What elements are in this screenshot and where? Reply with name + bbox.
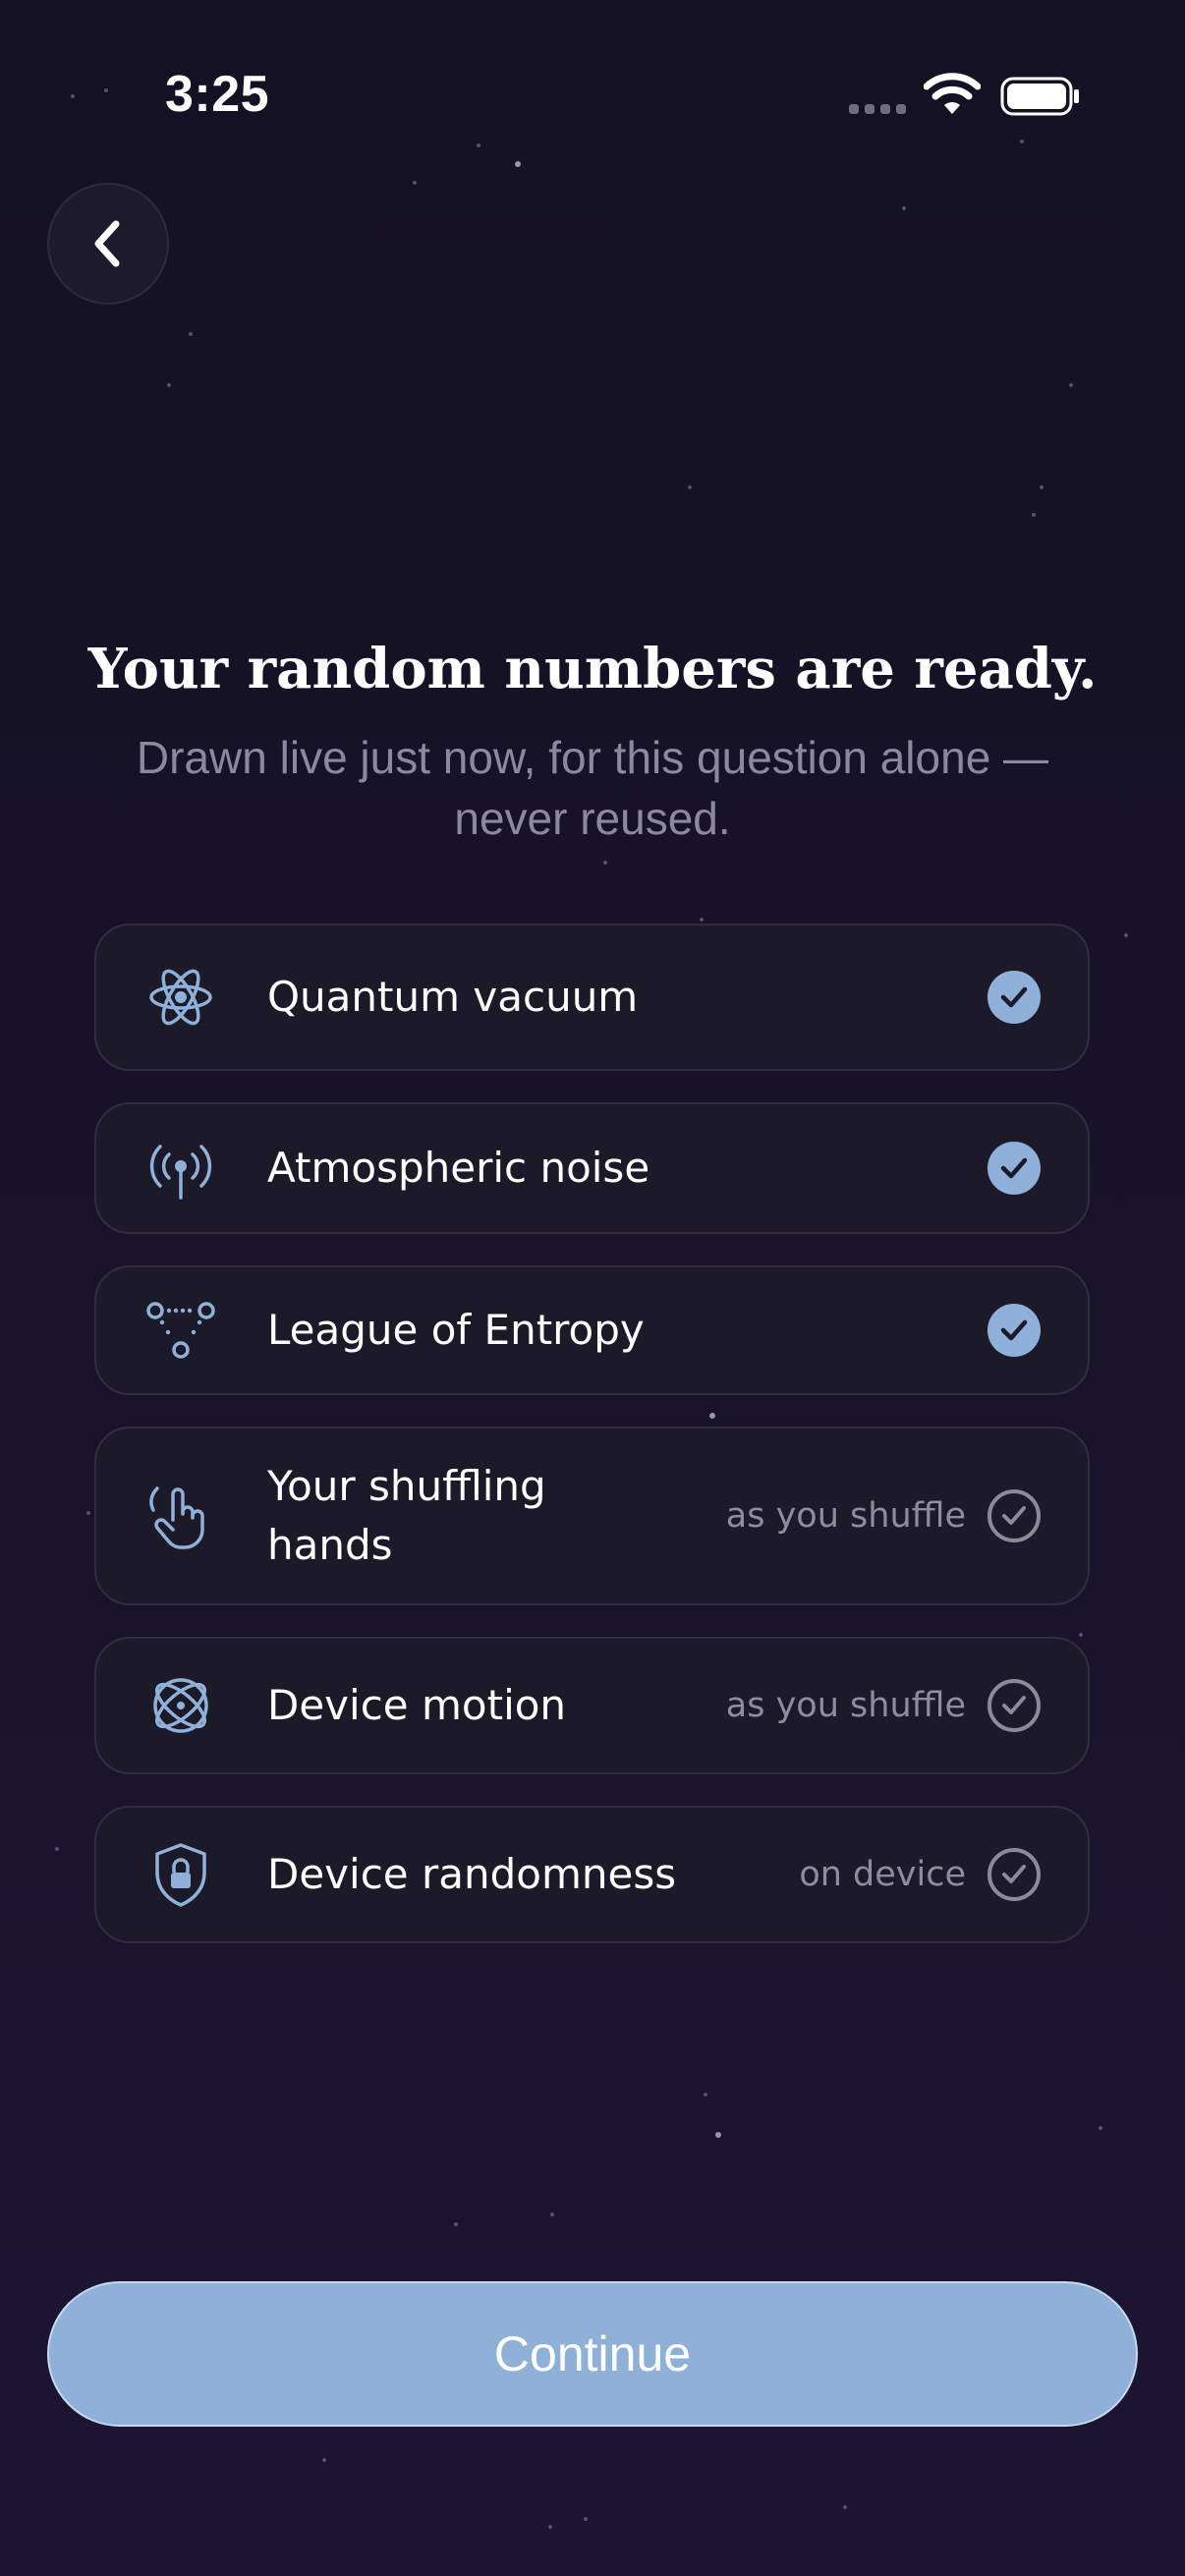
source-label: League of Entropy — [267, 1306, 645, 1354]
atom-icon — [149, 969, 212, 1026]
source-card-device-randomness: Device randomness on device — [94, 1806, 1090, 1943]
source-card-shuffling-hands: Your shuffling hands as you shuffle — [94, 1427, 1090, 1605]
cellular-signal-icon — [849, 104, 906, 114]
source-card-league-of-entropy: League of Entropy — [94, 1265, 1090, 1395]
hand-pointer-icon — [149, 1486, 204, 1549]
source-label: Atmospheric noise — [267, 1144, 650, 1192]
source-note: on device — [799, 1855, 966, 1894]
lock-shield-icon — [155, 1843, 206, 1907]
antenna-icon — [149, 1145, 212, 1200]
source-label: Your shuffling hands — [267, 1462, 546, 1569]
source-note: as you shuffle — [725, 1686, 966, 1725]
wifi-icon — [924, 73, 981, 114]
checkmark-filled-icon — [988, 1304, 1041, 1357]
motion-gyro-icon — [153, 1678, 208, 1733]
checkmark-filled-icon — [988, 971, 1041, 1024]
page-title: Your random numbers are ready. — [87, 637, 1098, 701]
checkmark-outline-icon — [988, 1489, 1041, 1542]
page-subtitle: Drawn live just now, for this question a… — [136, 732, 1049, 844]
source-label: Quantum vacuum — [267, 973, 639, 1021]
back-button[interactable] — [47, 183, 169, 305]
chevron-left-icon — [94, 220, 120, 267]
checkmark-outline-icon — [988, 1679, 1041, 1732]
battery-icon — [1000, 77, 1079, 116]
checkmark-outline-icon — [988, 1848, 1041, 1901]
source-label: Device motion — [267, 1681, 567, 1729]
status-bar-time: 3:25 — [165, 66, 270, 123]
source-card-atmospheric-noise: Atmospheric noise — [94, 1102, 1090, 1234]
source-note: as you shuffle — [725, 1496, 966, 1536]
checkmark-filled-icon — [988, 1142, 1041, 1195]
source-label: Device randomness — [267, 1850, 677, 1898]
source-card-quantum-vacuum: Quantum vacuum — [94, 924, 1090, 1071]
network-nodes-icon — [146, 1302, 215, 1359]
continue-button[interactable]: Continue — [47, 2281, 1138, 2427]
source-card-device-motion: Device motion as you shuffle — [94, 1637, 1090, 1774]
